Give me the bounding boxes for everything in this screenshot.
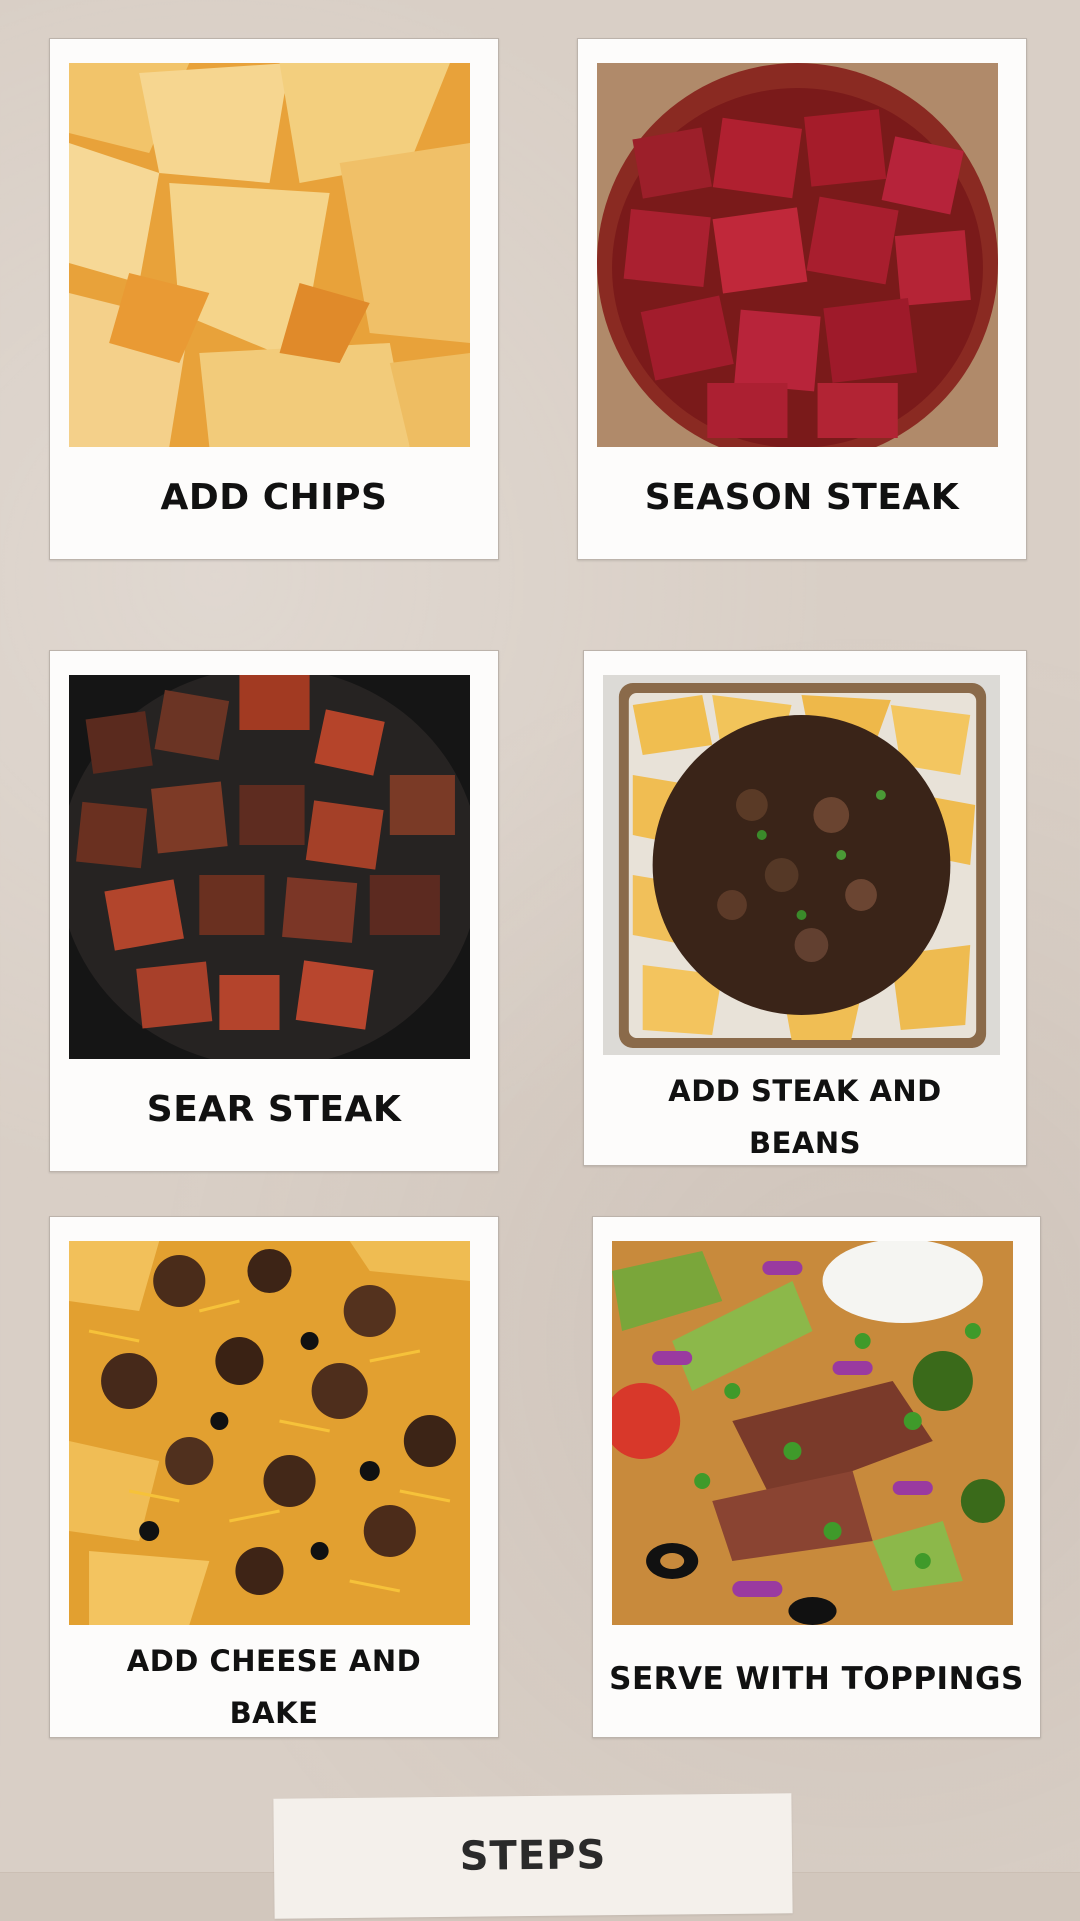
step-card-add-steak-and-beans: ADD STEAK AND BEANS	[583, 650, 1027, 1166]
cheese-and-bake-photo	[69, 1241, 470, 1625]
step-card-season-steak: SEASON STEAK	[577, 38, 1027, 560]
step-label-serve-with-toppings: SERVE WITH TOPPINGS	[609, 1661, 1024, 1697]
step-label-line-2: BAKE	[229, 1696, 319, 1730]
steak-and-beans-photo	[603, 675, 1000, 1055]
seasoned-steak-photo	[597, 63, 998, 447]
steps-footer-label: STEPS	[273, 1793, 793, 1919]
step-card-sear-steak: SEAR STEAK	[49, 650, 499, 1172]
step-card-add-cheese-and-bake: ADD CHEESE AND BAKE	[49, 1216, 499, 1738]
toppings-photo	[612, 1241, 1013, 1625]
step-label-sear-steak: SEAR STEAK	[146, 1089, 402, 1130]
seared-steak-photo	[69, 675, 470, 1059]
step-label-add-chips: ADD CHIPS	[160, 477, 388, 518]
step-label-line-2: BEANS	[748, 1126, 861, 1160]
chips-photo	[69, 63, 470, 447]
step-label-season-steak: SEASON STEAK	[644, 477, 960, 518]
step-card-add-chips: ADD CHIPS	[49, 38, 499, 560]
step-label-line-1: ADD CHEESE AND	[126, 1644, 422, 1678]
step-label-add-steak-and-beans: ADD STEAK AND BEANS	[584, 1065, 1026, 1169]
step-label-line-1: ADD STEAK AND	[668, 1074, 942, 1108]
step-label-add-cheese-and-bake: ADD CHEESE AND BAKE	[50, 1635, 498, 1739]
step-card-serve-with-toppings: SERVE WITH TOPPINGS	[592, 1216, 1041, 1738]
steps-footer-text: STEPS	[459, 1832, 607, 1880]
